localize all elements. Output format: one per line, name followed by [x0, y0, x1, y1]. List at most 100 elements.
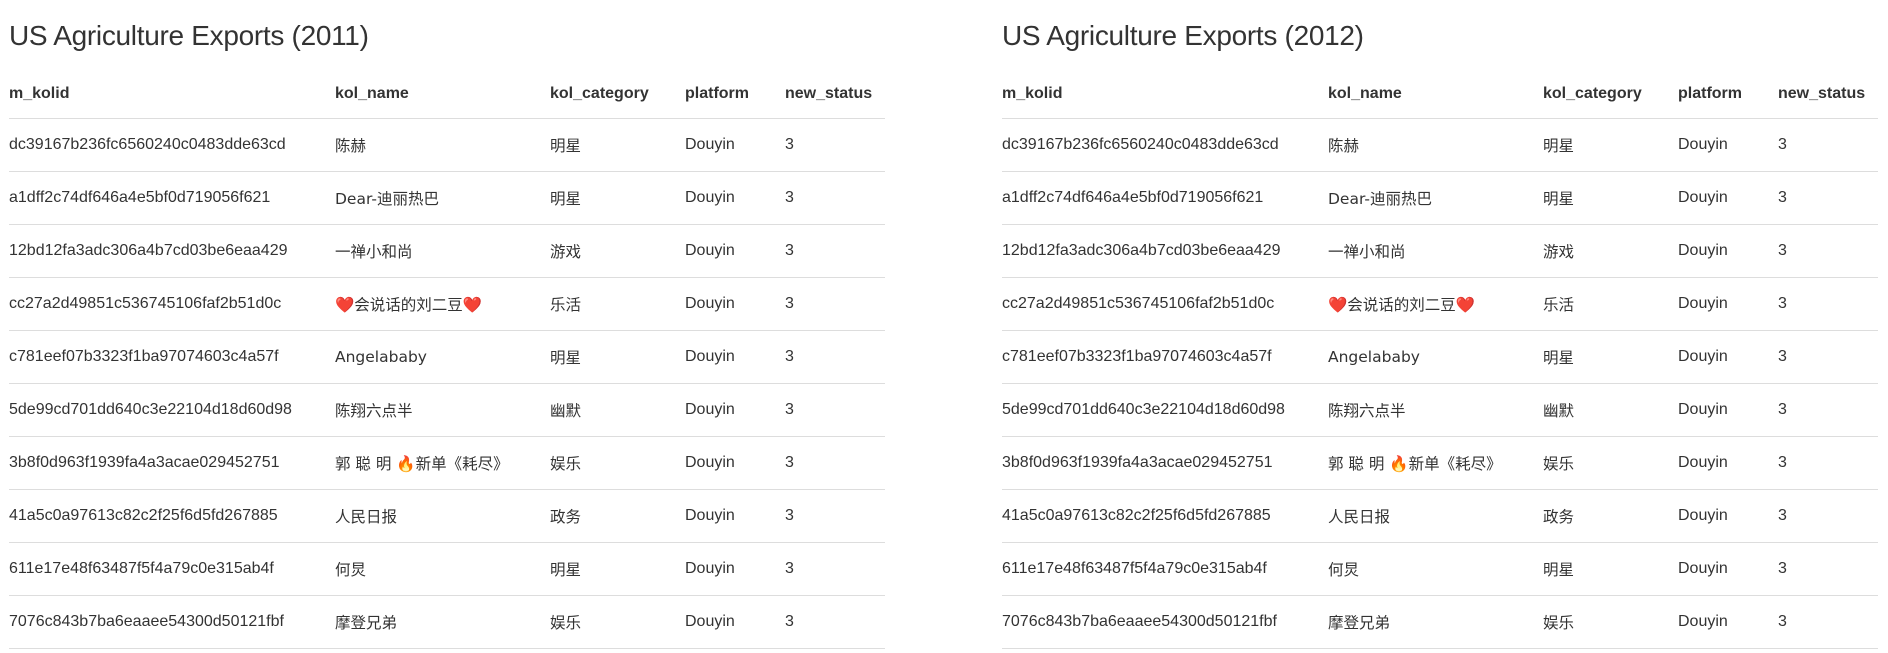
cell-platform: Douyin — [1678, 118, 1778, 172]
column-header-new-status: new_status — [785, 70, 885, 119]
cell-kol-category: 明星 — [1543, 171, 1678, 225]
cell-new-status: 3 — [785, 330, 885, 384]
table-row: 41a5c0a97613c82c2f25f6d5fd267885 人民日报 政务 Do… — [1002, 489, 1878, 543]
cell-kol-category: 明星 — [1543, 330, 1678, 384]
cell-kol-name: 陈翔六点半 — [1328, 383, 1543, 437]
table-row: a1dff2c74df646a4e5bf0d719056f621 Dear-迪丽热… — [9, 171, 885, 225]
cell-kol-name: 陈赫 — [335, 118, 550, 172]
table-body: dc39167b236fc6560240c0483dde63cd 陈赫 明星 Douy… — [1002, 118, 1878, 649]
cell-kol-name: 人民日报 — [335, 489, 550, 543]
cell-m-kolid: 12bd12fa3adc306a4b7cd03be6eaa429 — [1002, 224, 1328, 278]
cell-m-kolid: c781eef07b3323f1ba97074603c4a57f — [1002, 330, 1328, 384]
cell-platform: Douyin — [685, 436, 785, 490]
cell-new-status: 3 — [1778, 383, 1878, 437]
cell-platform: Douyin — [685, 595, 785, 649]
cell-new-status: 3 — [1778, 277, 1878, 331]
cell-platform: Douyin — [685, 542, 785, 596]
cell-platform: Douyin — [685, 330, 785, 384]
table-row: 3b8f0d963f1939fa4a3acae029452751 郭 聪 明 🔥新… — [9, 436, 885, 490]
cell-m-kolid: a1dff2c74df646a4e5bf0d719056f621 — [9, 171, 335, 225]
cell-m-kolid: 7076c843b7ba6eaaee54300d50121fbf — [9, 595, 335, 649]
cell-kol-category: 游戏 — [550, 224, 685, 278]
cell-new-status: 3 — [1778, 436, 1878, 490]
cell-platform: Douyin — [685, 118, 785, 172]
cell-m-kolid: 12bd12fa3adc306a4b7cd03be6eaa429 — [9, 224, 335, 278]
table-row: 611e17e48f63487f5f4a79c0e315ab4f 何炅 明星 Douy… — [1002, 542, 1878, 596]
cell-kol-category: 娱乐 — [1543, 436, 1678, 490]
cell-kol-name: 郭 聪 明 🔥新单《耗尽》 — [1328, 436, 1543, 490]
cell-kol-name: ❤️会说话的刘二豆❤️ — [335, 277, 550, 331]
cell-platform: Douyin — [1678, 171, 1778, 225]
column-header-kol-category: kol_category — [1543, 70, 1678, 119]
cell-m-kolid: dc39167b236fc6560240c0483dde63cd — [1002, 118, 1328, 172]
cell-platform: Douyin — [1678, 330, 1778, 384]
cell-kol-category: 游戏 — [1543, 224, 1678, 278]
table-row: cc27a2d49851c536745106faf2b51d0c ❤️会说话的刘二… — [9, 277, 885, 331]
cell-kol-name: 何炅 — [1328, 542, 1543, 596]
cell-platform: Douyin — [1678, 277, 1778, 331]
cell-m-kolid: 3b8f0d963f1939fa4a3acae029452751 — [1002, 436, 1328, 490]
cell-m-kolid: 41a5c0a97613c82c2f25f6d5fd267885 — [1002, 489, 1328, 543]
cell-kol-name: 摩登兄弟 — [1328, 595, 1543, 649]
cell-m-kolid: 41a5c0a97613c82c2f25f6d5fd267885 — [9, 489, 335, 543]
cell-new-status: 3 — [1778, 224, 1878, 278]
column-header-platform: platform — [1678, 70, 1778, 119]
cell-new-status: 3 — [1778, 171, 1878, 225]
cell-m-kolid: c781eef07b3323f1ba97074603c4a57f — [9, 330, 335, 384]
cell-kol-name: 一禅小和尚 — [1328, 224, 1543, 278]
cell-new-status: 3 — [785, 436, 885, 490]
cell-kol-name: 摩登兄弟 — [335, 595, 550, 649]
cell-kol-name: Angelababy — [335, 330, 550, 384]
cell-m-kolid: 7076c843b7ba6eaaee54300d50121fbf — [1002, 595, 1328, 649]
kol-table: m_kolid kol_name kol_category platform n… — [1002, 70, 1878, 649]
cell-new-status: 3 — [785, 224, 885, 278]
cell-new-status: 3 — [785, 118, 885, 172]
table-row: 12bd12fa3adc306a4b7cd03be6eaa429 一禅小和尚 游戏 D… — [9, 224, 885, 278]
cell-kol-category: 政务 — [550, 489, 685, 543]
cell-kol-category: 乐活 — [550, 277, 685, 331]
cell-kol-category: 娱乐 — [550, 436, 685, 490]
cell-m-kolid: 5de99cd701dd640c3e22104d18d60d98 — [9, 383, 335, 437]
table-row: 12bd12fa3adc306a4b7cd03be6eaa429 一禅小和尚 游戏 D… — [1002, 224, 1878, 278]
column-header-kol-name: kol_name — [1328, 70, 1543, 119]
column-header-m-kolid: m_kolid — [9, 70, 335, 119]
table-panel-2011: US Agriculture Exports (2011) m_kolid ko… — [9, 0, 885, 649]
column-header-platform: platform — [685, 70, 785, 119]
cell-kol-category: 幽默 — [1543, 383, 1678, 437]
cell-kol-name: Dear-迪丽热巴 — [1328, 171, 1543, 225]
cell-platform: Douyin — [685, 277, 785, 331]
table-row: c781eef07b3323f1ba97074603c4a57f Angelaba… — [1002, 330, 1878, 384]
cell-new-status: 3 — [785, 171, 885, 225]
table-title: US Agriculture Exports (2012) — [1002, 20, 1364, 51]
cell-platform: Douyin — [1678, 436, 1778, 490]
cell-kol-category: 明星 — [550, 542, 685, 596]
table-body: dc39167b236fc6560240c0483dde63cd 陈赫 明星 Douy… — [9, 118, 885, 649]
cell-kol-category: 明星 — [550, 171, 685, 225]
cell-platform: Douyin — [685, 171, 785, 225]
table-row: 7076c843b7ba6eaaee54300d50121fbf 摩登兄弟 娱乐 Do… — [9, 595, 885, 649]
cell-new-status: 3 — [785, 595, 885, 649]
cell-kol-category: 娱乐 — [550, 595, 685, 649]
cell-platform: Douyin — [1678, 542, 1778, 596]
table-row: 3b8f0d963f1939fa4a3acae029452751 郭 聪 明 🔥新… — [1002, 436, 1878, 490]
table-row: 611e17e48f63487f5f4a79c0e315ab4f 何炅 明星 Douy… — [9, 542, 885, 596]
cell-platform: Douyin — [1678, 595, 1778, 649]
cell-kol-name: 一禅小和尚 — [335, 224, 550, 278]
cell-m-kolid: 611e17e48f63487f5f4a79c0e315ab4f — [9, 542, 335, 596]
cell-kol-category: 幽默 — [550, 383, 685, 437]
cell-kol-category: 娱乐 — [1543, 595, 1678, 649]
cell-new-status: 3 — [785, 383, 885, 437]
cell-kol-category: 明星 — [550, 330, 685, 384]
cell-platform: Douyin — [1678, 383, 1778, 437]
cell-new-status: 3 — [785, 542, 885, 596]
cell-platform: Douyin — [685, 224, 785, 278]
cell-m-kolid: 611e17e48f63487f5f4a79c0e315ab4f — [1002, 542, 1328, 596]
cell-new-status: 3 — [1778, 118, 1878, 172]
cell-platform: Douyin — [1678, 224, 1778, 278]
cell-new-status: 3 — [785, 277, 885, 331]
table-row: dc39167b236fc6560240c0483dde63cd 陈赫 明星 Douy… — [9, 118, 885, 172]
cell-kol-category: 政务 — [1543, 489, 1678, 543]
cell-m-kolid: dc39167b236fc6560240c0483dde63cd — [9, 118, 335, 172]
table-row: cc27a2d49851c536745106faf2b51d0c ❤️会说话的刘二… — [1002, 277, 1878, 331]
table-row: 41a5c0a97613c82c2f25f6d5fd267885 人民日报 政务 Do… — [9, 489, 885, 543]
